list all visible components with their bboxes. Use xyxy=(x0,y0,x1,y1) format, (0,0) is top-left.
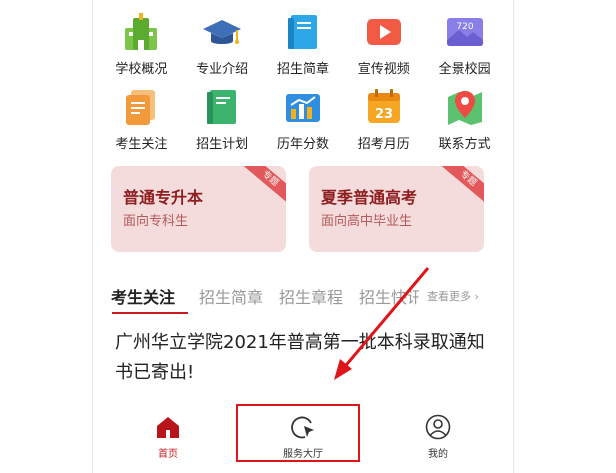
card-subtitle: 面向专科生 xyxy=(123,214,189,229)
function-grid: 学校概况 专业介绍 招生简章 宣传视频 720 全景校园 考生关注 招生计划 历… xyxy=(93,12,513,152)
grid-item-label: 招生计划 xyxy=(196,137,249,152)
grid-item-label: 宣传视频 xyxy=(357,62,410,77)
tabbar-home[interactable]: 首页 xyxy=(123,402,213,460)
card-title: 夏季普通高考 xyxy=(321,188,418,207)
document-stack-icon xyxy=(121,87,161,127)
grid-item-past-scores[interactable]: 历年分数 xyxy=(264,87,342,152)
grid-item-candidate-attention[interactable]: 考生关注 xyxy=(102,87,180,152)
topic-badge: 专题 xyxy=(242,166,286,204)
green-book-icon xyxy=(202,87,242,127)
card-upgrade-undergrad[interactable]: 普通专升本 面向专科生 专题 xyxy=(111,166,286,252)
school-building-icon xyxy=(121,12,161,52)
grid-item-contact[interactable]: 联系方式 xyxy=(426,87,504,152)
grid-item-label: 学校概况 xyxy=(115,62,168,77)
annotation-highlight-box xyxy=(236,404,360,462)
phone-screen: 学校概况 专业介绍 招生简章 宣传视频 720 全景校园 考生关注 招生计划 历… xyxy=(92,0,514,473)
card-subtitle: 面向高中毕业生 xyxy=(321,214,413,229)
grid-item-label: 招考月历 xyxy=(357,137,410,152)
card-summer-gaokao[interactable]: 夏季普通高考 面向高中毕业生 专题 xyxy=(309,166,484,252)
view-more-link[interactable]: 查看更多 › xyxy=(427,288,479,304)
grid-item-panorama-campus[interactable]: 720 全景校园 xyxy=(426,12,504,77)
grid-item-major-intro[interactable]: 专业介绍 xyxy=(183,12,261,77)
grid-item-enrollment-plan[interactable]: 招生计划 xyxy=(183,87,261,152)
card-title: 普通专升本 xyxy=(123,188,204,207)
grid-item-exam-calendar[interactable]: 23 招考月历 xyxy=(345,87,423,152)
calendar-day-text: 23 xyxy=(375,107,393,122)
topic-badge: 专题 xyxy=(440,166,484,204)
map-pin-icon xyxy=(445,87,485,127)
grid-item-promo-video[interactable]: 宣传视频 xyxy=(345,12,423,77)
grid-item-label: 专业介绍 xyxy=(196,62,249,77)
home-icon xyxy=(157,417,179,438)
active-tab-indicator xyxy=(112,312,188,314)
topic-cards: 普通专升本 面向专科生 专题 夏季普通高考 面向高中毕业生 专题 xyxy=(111,166,497,252)
grid-item-label: 全景校园 xyxy=(438,62,491,77)
news-headline[interactable]: 广州华立学院2021年普高第一批本科录取通知书已寄出! xyxy=(115,328,495,388)
grid-item-label: 考生关注 xyxy=(115,137,168,152)
tabbar-label: 首页 xyxy=(158,449,178,460)
graduation-cap-icon xyxy=(202,12,242,52)
tabbar-mine[interactable]: 我的 xyxy=(393,402,483,460)
tabbar-label: 我的 xyxy=(428,449,448,460)
bar-chart-icon xyxy=(283,87,323,127)
tab-admission-rules[interactable]: 招生章程 xyxy=(279,284,343,308)
grid-item-label: 招生简章 xyxy=(276,62,329,77)
user-profile-icon xyxy=(425,414,451,440)
panorama-720-text: 720 xyxy=(456,22,473,32)
tab-candidate-attention[interactable]: 考生关注 xyxy=(111,284,175,308)
panorama-720-icon: 720 xyxy=(445,12,485,52)
function-grid-row-2: 考生关注 招生计划 历年分数 23 招考月历 联系方式 xyxy=(93,87,513,152)
grid-item-label: 联系方式 xyxy=(438,137,491,152)
calendar-icon: 23 xyxy=(364,87,404,127)
news-tabs: 考生关注 招生简章 招生章程 招生快讯 查看更多 › xyxy=(111,284,501,316)
tab-admission-brochure[interactable]: 招生简章 xyxy=(199,284,263,308)
function-grid-row-1: 学校概况 专业介绍 招生简章 宣传视频 720 全景校园 xyxy=(93,12,513,77)
grid-item-label: 历年分数 xyxy=(276,137,329,152)
tab-admission-news[interactable]: 招生快讯 xyxy=(359,284,419,308)
grid-item-school-overview[interactable]: 学校概况 xyxy=(102,12,180,77)
book-icon xyxy=(283,12,323,52)
video-play-icon xyxy=(364,12,404,52)
grid-item-admission-brochure[interactable]: 招生简章 xyxy=(264,12,342,77)
